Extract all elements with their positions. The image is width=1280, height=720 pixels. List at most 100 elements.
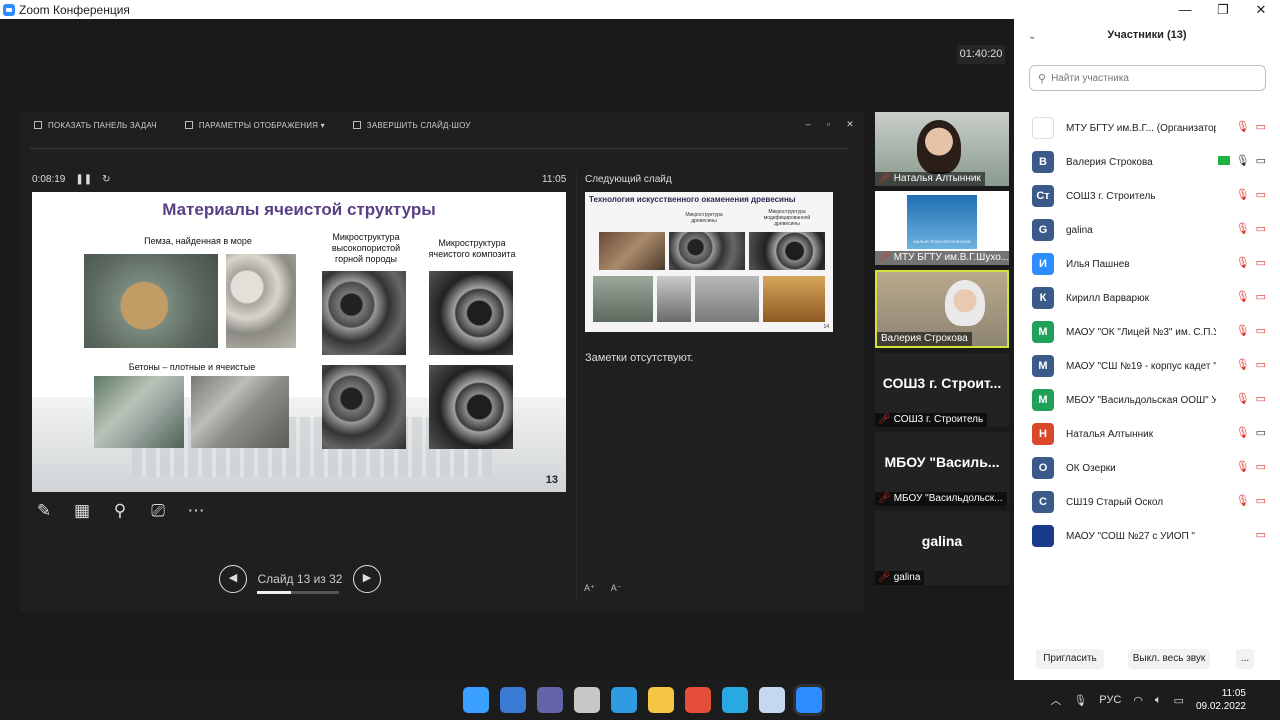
participant-row[interactable]: И Илья Пашнев 🎙︎ ▭ <box>1014 247 1280 281</box>
video-off-icon: ▭ <box>1255 189 1266 201</box>
show-taskbar-button[interactable]: ПОКАЗАТЬ ПАНЕЛЬ ЗАДАЧ <box>34 121 157 130</box>
printer-app-icon[interactable] <box>574 687 600 713</box>
participant-name: Валерия Строкова <box>1066 156 1153 168</box>
share-screen-icon <box>1217 156 1230 165</box>
all-slides-icon[interactable]: ▦ <box>70 499 94 523</box>
participant-row[interactable]: Ст СОШ3 г. Строитель 🎙︎ ▭ <box>1014 179 1280 213</box>
taskbar-clock[interactable]: 11:05 09.02.2022 <box>1196 687 1246 713</box>
black-screen-icon[interactable]: ⎚ <box>146 499 170 523</box>
paint-app-icon[interactable] <box>759 687 785 713</box>
zoom-icon[interactable]: ⚲ <box>108 499 132 523</box>
edge-icon[interactable] <box>611 687 637 713</box>
school-logo-text: МАЛЫЙ ТЕХНОЛОГИЧЕСКИЙ <box>913 239 971 244</box>
mic-muted-icon: 🎙︎ <box>1235 393 1250 405</box>
system-tray: ︿ 🎙︎ РУС ◠ 🔈︎ ▭ 11:05 09.02.2022 <box>1044 680 1280 720</box>
avatar: М <box>1032 355 1054 377</box>
pv-restore-icon[interactable]: ▫ <box>827 119 830 130</box>
tile-name-label: СОШ3 г. Строитель <box>893 414 984 425</box>
participant-row[interactable]: М МБОУ "Васильдольская ООШ" У... 🎙︎ ▭ <box>1014 383 1280 417</box>
clock-date: 09.02.2022 <box>1195 701 1246 712</box>
wifi-icon[interactable]: ◠ <box>1133 694 1143 707</box>
widgets-icon[interactable] <box>500 687 526 713</box>
volume-icon[interactable]: 🔈︎ <box>1155 694 1162 707</box>
video-off-icon: ▭ <box>1255 359 1266 371</box>
more-options-icon[interactable]: ⋯ <box>184 499 208 523</box>
video-tile[interactable]: СОШ3 г. Строит... 🎤︎ СОШ3 г. Строитель <box>875 353 1009 427</box>
participant-status-icons: 🎙︎ ▭ <box>1236 426 1266 439</box>
participant-name: galina <box>1066 224 1093 236</box>
zoom-icon[interactable] <box>796 687 822 713</box>
telegram-icon[interactable] <box>722 687 748 713</box>
participant-row[interactable]: Ggalina 🎙︎ ▭ <box>1014 213 1280 247</box>
battery-icon[interactable]: ▭ <box>1174 694 1184 707</box>
show-taskbar-label: ПОКАЗАТЬ ПАНЕЛЬ ЗАДАЧ <box>48 120 157 130</box>
video-tile[interactable]: galina 🎤︎ galina <box>875 511 1009 585</box>
participant-status-icons: 🎙︎ ▭ <box>1236 188 1266 201</box>
pumice-stones-photo <box>226 254 296 348</box>
concrete-cubes-photo <box>191 376 289 448</box>
teams-chat-icon[interactable] <box>537 687 563 713</box>
participant-name: МТУ БГТУ им.В.Г... (Организатор, я) <box>1066 122 1216 134</box>
invite-button[interactable]: Пригласить <box>1036 649 1104 669</box>
participant-row[interactable]: МТУ БГТУ им.В.Г... (Организатор, я) 🎙︎ ▭ <box>1014 111 1280 145</box>
presenter-view: ПОКАЗАТЬ ПАНЕЛЬ ЗАДАЧ ПАРАМЕТРЫ ОТОБРАЖЕ… <box>20 111 864 611</box>
micro-composite-photo-2 <box>429 365 513 449</box>
participant-row[interactable]: О ОК Озерки 🎙︎ ▭ <box>1014 451 1280 485</box>
display-settings-button[interactable]: ПАРАМЕТРЫ ОТОБРАЖЕНИЯ ▾ <box>184 121 325 130</box>
search-placeholder: Найти участника <box>1051 72 1129 84</box>
video-tile[interactable]: МБОУ "Василь... 🎤︎ МБОУ "Васильдольск... <box>875 432 1009 506</box>
minimize-button[interactable]: — <box>1166 0 1204 19</box>
video-tile-active[interactable]: Валерия Строкова <box>875 270 1009 348</box>
language-indicator[interactable]: РУС <box>1099 694 1121 706</box>
participant-row[interactable]: М МАОУ "ОК "Лицей №3" им. С.П.Угаро... 🎙︎ ▭ <box>1014 315 1280 349</box>
pause-icon[interactable]: ❚❚ <box>75 174 92 185</box>
participant-search-input[interactable]: ⚲ Найти участника <box>1029 65 1266 91</box>
chrome-icon[interactable] <box>685 687 711 713</box>
video-tile[interactable]: 🎤︎ Наталья Алтынник <box>875 112 1009 186</box>
end-show-button[interactable]: ЗАВЕРШИТЬ СЛАЙД-ШОУ <box>352 121 471 130</box>
slide-navigation: ◀ Слайд 13 из 32 ▶ <box>219 565 381 594</box>
mic-muted-icon: 🎤︎ <box>878 572 891 583</box>
pen-icon[interactable]: ✎ <box>32 499 56 523</box>
tile-name: Валерия Строкова <box>877 332 972 346</box>
meeting-timer: 01:40:20 <box>957 45 1005 64</box>
reset-icon[interactable]: ↻ <box>102 174 110 185</box>
next-slide-sub1: Микроструктура древесины <box>685 212 723 224</box>
microphone-icon[interactable]: 🎙︎ <box>1073 694 1087 707</box>
participant-row[interactable]: Н Наталья Алтынник 🎙︎ ▭ <box>1014 417 1280 451</box>
participant-row[interactable]: МАОУ "СОШ №27 с УИОП " ▭ <box>1014 519 1280 553</box>
micro-composite-label: Микроструктура ячеистого композита <box>428 238 516 259</box>
mute-all-button[interactable]: Выкл. весь звук <box>1128 649 1210 669</box>
participant-row[interactable]: К Кирилл Варварюк 🎙︎ ▭ <box>1014 281 1280 315</box>
pv-minimize-icon[interactable]: – <box>806 119 811 130</box>
next-slide-label: Следующий слайд <box>585 174 672 185</box>
mic-muted-icon: 🎙︎ <box>1235 189 1250 201</box>
tray-overflow-icon[interactable]: ︿ <box>1050 692 1061 708</box>
pane-divider[interactable] <box>576 171 577 601</box>
concrete-label: Бетоны – плотные и ячеистые <box>128 362 256 372</box>
next-slide-preview[interactable]: Технология искусственного окаменения дре… <box>585 192 833 332</box>
participant-row[interactable]: С СШ19 Старый Оскол 🎙︎ ▭ <box>1014 485 1280 519</box>
pv-close-icon[interactable]: ✕ <box>846 119 854 130</box>
participant-row[interactable]: В Валерия Строкова 🎙︎ ▭ <box>1014 145 1280 179</box>
restore-button[interactable]: ❐ <box>1204 0 1242 19</box>
windows-start-icon[interactable] <box>463 687 489 713</box>
prev-slide-button[interactable]: ◀ <box>219 565 247 593</box>
next-slide-number: 14 <box>823 324 829 330</box>
elapsed-time: 0:08:19 ❚❚ ↻ <box>32 174 111 185</box>
file-explorer-icon[interactable] <box>648 687 674 713</box>
next-slide-button[interactable]: ▶ <box>353 565 381 593</box>
next-slide-sub2: Микроструктура модифицированной древесин… <box>763 209 811 227</box>
font-decrease-button[interactable]: A⁻ <box>611 583 622 594</box>
participant-name: Илья Пашнев <box>1066 258 1130 270</box>
avatar <box>1032 525 1054 547</box>
font-increase-button[interactable]: A⁺ <box>584 583 595 594</box>
close-button[interactable]: ✕ <box>1242 0 1280 19</box>
video-off-icon: ▭ <box>1255 121 1266 133</box>
participant-status-icons: 🎙︎ ▭ <box>1236 494 1266 507</box>
participant-row[interactable]: М МАОУ "СШ №19 - корпус кадет "... 🎙︎ ▭ <box>1014 349 1280 383</box>
more-button[interactable]: ... <box>1236 649 1254 669</box>
video-off-icon: ▭ <box>1255 223 1266 235</box>
video-tile[interactable]: МАЛЫЙ ТЕХНОЛОГИЧЕСКИЙ 🎤︎ МТУ БГТУ им.В.Г.… <box>875 191 1009 265</box>
presenter-clock: 11:05 <box>542 174 567 185</box>
